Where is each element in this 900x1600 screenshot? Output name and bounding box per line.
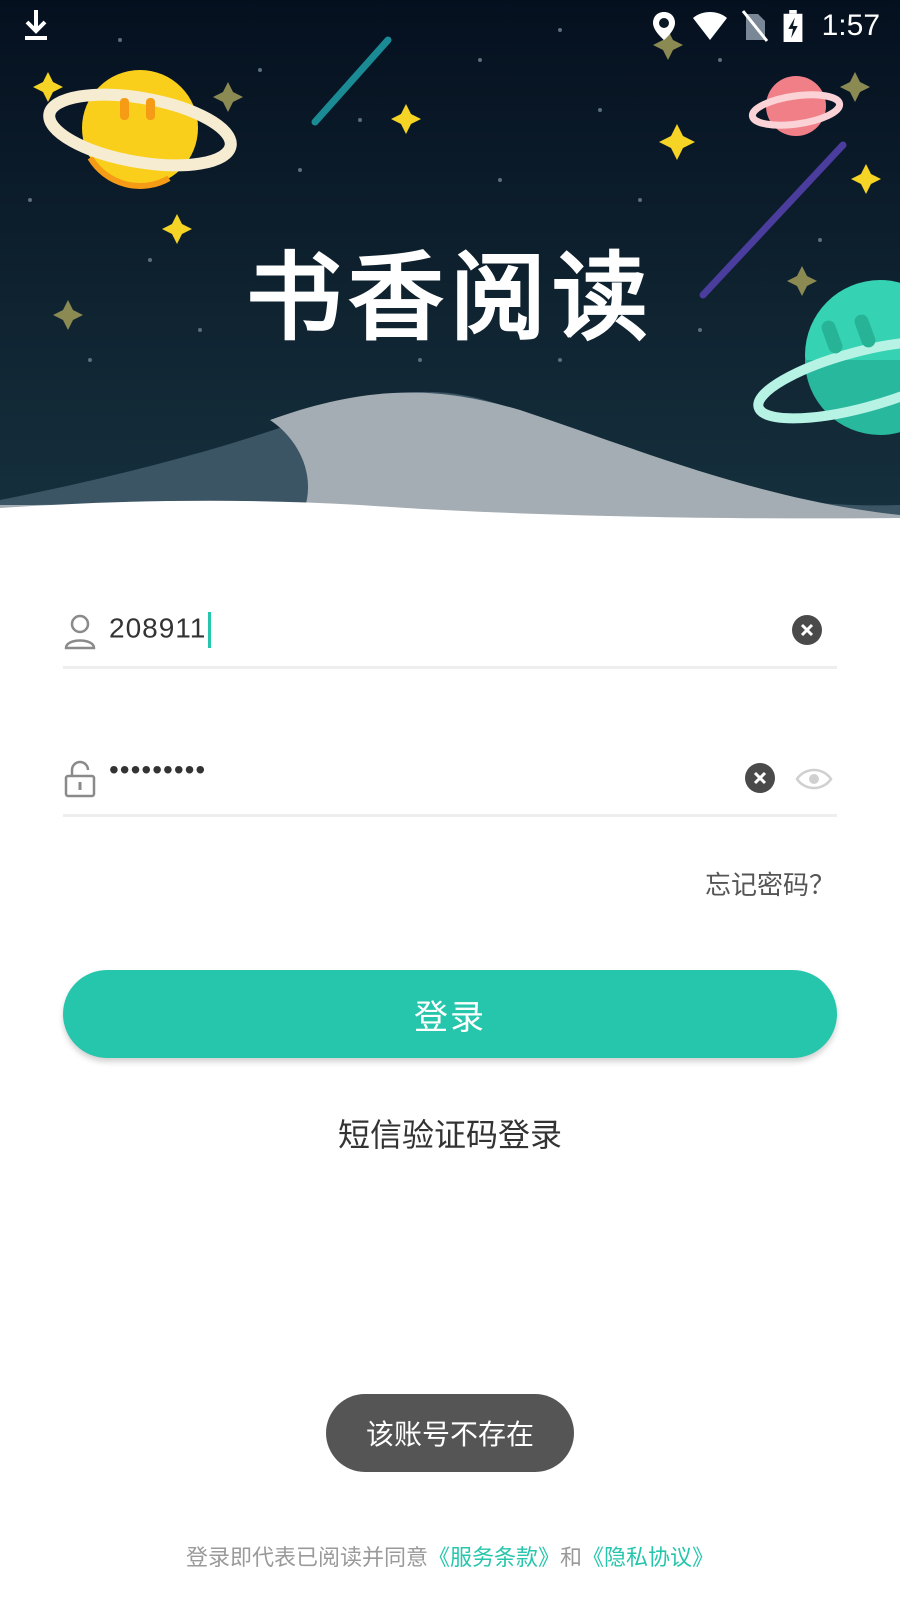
agreement-prefix: 登录即代表已阅读并同意	[185, 1546, 428, 1571]
battery-charging-icon	[783, 10, 803, 42]
login-button[interactable]: 登录	[63, 970, 837, 1058]
status-time: 1:57	[821, 9, 880, 42]
agreement-text: 登录即代表已阅读并同意《服务条款》和《隐私协议》	[0, 1540, 900, 1572]
sms-login-link[interactable]: 短信验证码登录	[0, 1110, 900, 1156]
location-icon	[652, 12, 675, 40]
password-clear-button[interactable]	[745, 763, 775, 793]
user-icon	[64, 614, 96, 650]
status-bar: 1:57	[0, 0, 900, 52]
hero-banner: 1:57 书香阅读	[0, 0, 900, 520]
clear-icon	[753, 771, 767, 785]
eye-icon[interactable]	[795, 766, 833, 792]
lock-icon	[64, 760, 96, 798]
clear-icon	[800, 623, 814, 637]
privacy-link[interactable]: 《隐私协议》	[582, 1546, 714, 1571]
no-sim-icon	[741, 10, 768, 42]
username-input[interactable]: 208911	[109, 612, 212, 648]
password-field[interactable]: •••••••••	[63, 738, 837, 817]
text-cursor	[208, 612, 212, 648]
app-title: 书香阅读	[246, 242, 654, 354]
username-clear-button[interactable]	[792, 615, 822, 645]
terms-link[interactable]: 《服务条款》	[428, 1546, 560, 1571]
username-field[interactable]: 208911	[63, 590, 837, 669]
password-input[interactable]: •••••••••	[109, 754, 206, 786]
download-icon	[25, 10, 47, 40]
agreement-conjunction: 和	[560, 1546, 583, 1571]
forgot-password-link[interactable]: 忘记密码？	[705, 865, 835, 902]
toast-message: 该账号不存在	[326, 1394, 574, 1472]
wifi-icon	[692, 12, 727, 40]
